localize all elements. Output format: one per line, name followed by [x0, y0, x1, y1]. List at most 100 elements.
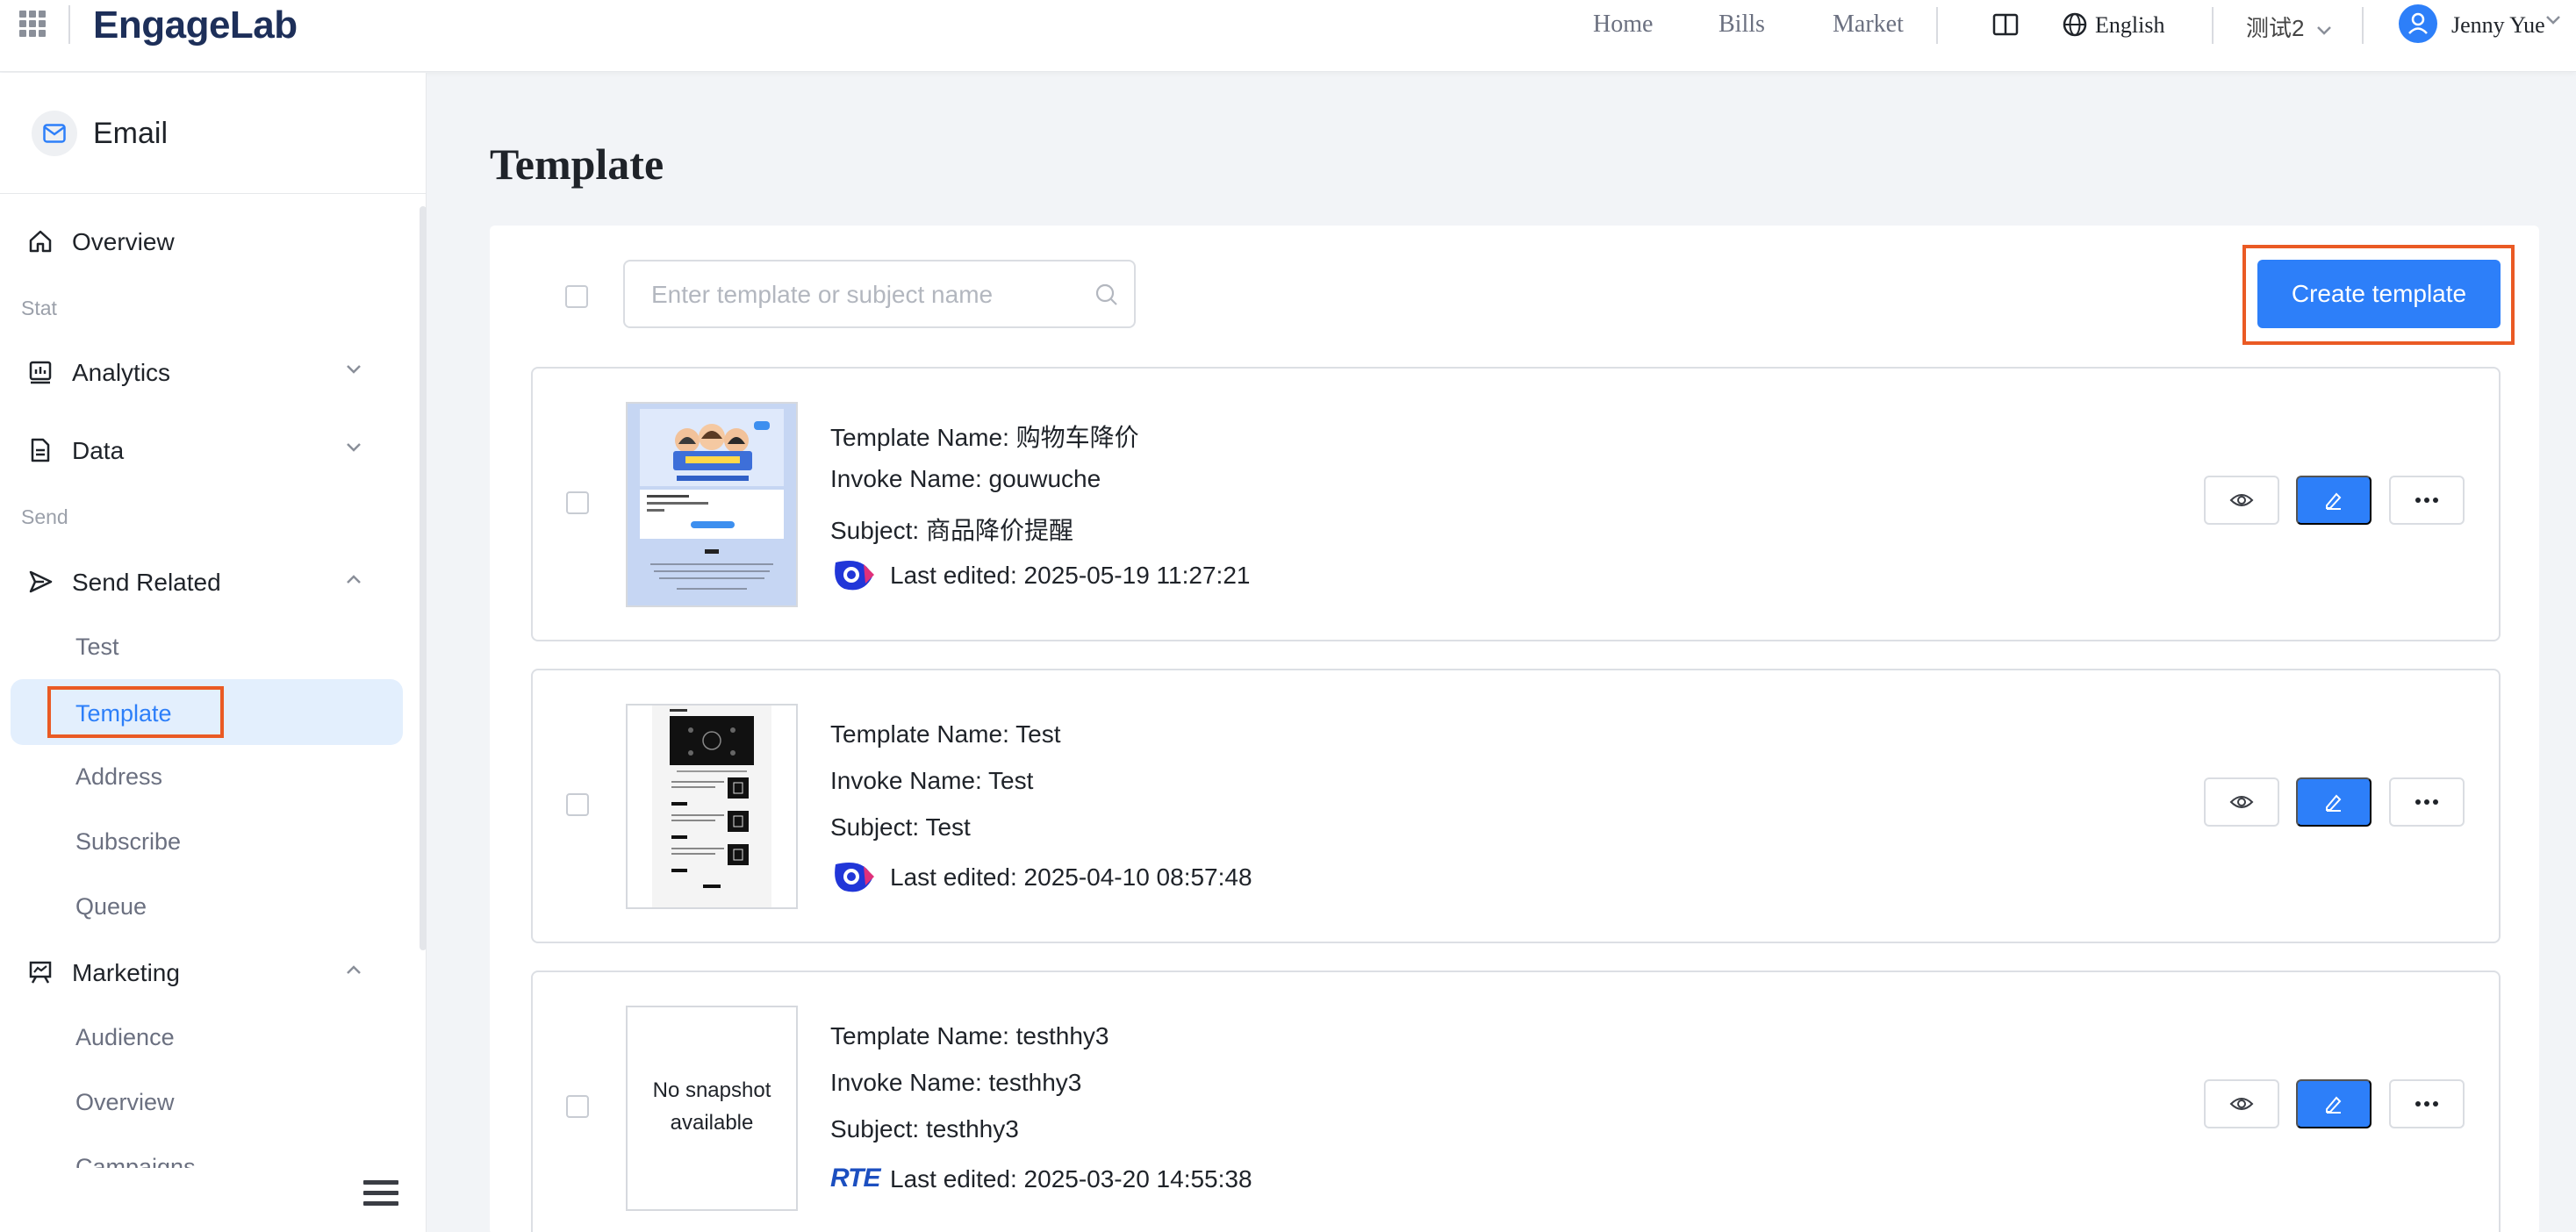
sidebar-item-marketing-overview[interactable]: Overview: [0, 1074, 413, 1128]
book-icon[interactable]: [1992, 12, 2019, 41]
nav-market[interactable]: Market: [1833, 11, 1904, 39]
sidebar-item-label: Analytics: [72, 359, 171, 386]
last-edited: Last edited: 2025-03-20 14:55:38: [890, 1165, 1252, 1193]
header-divider: [2362, 7, 2364, 44]
eye-icon: [2229, 796, 2254, 808]
ellipsis-icon: [2415, 1101, 2438, 1107]
eye-icon: [2229, 1098, 2254, 1110]
sidebar-item-data[interactable]: Data: [0, 422, 413, 476]
sidebar-item-label: Campaigns: [75, 1154, 196, 1168]
send-icon: [28, 569, 53, 598]
invoke-name: Invoke Name: gouwuche: [830, 465, 1101, 492]
template-snapshot[interactable]: [626, 704, 798, 909]
template-snapshot[interactable]: No snapshot available: [626, 1006, 798, 1211]
template-name: Template Name: Test: [830, 720, 1061, 748]
document-icon: [28, 438, 53, 467]
more-actions-button[interactable]: [2389, 777, 2465, 827]
header-divider: [68, 5, 70, 44]
pen-icon: [2326, 492, 2342, 510]
sidebar-scrollbar[interactable]: [420, 206, 427, 950]
sidebar-item-test[interactable]: Test: [0, 619, 413, 673]
sidebar-item-label: Overview: [75, 1089, 175, 1115]
sidebar-item-campaigns[interactable]: Campaigns: [0, 1139, 413, 1168]
sidebar-item-label: Marketing: [72, 959, 180, 986]
avatar[interactable]: [2399, 4, 2437, 43]
engagelab-logo[interactable]: EngageLab: [93, 4, 298, 47]
presentation-icon: [28, 960, 53, 989]
sidebar-item-address[interactable]: Address: [0, 749, 413, 803]
more-actions-button[interactable]: [2389, 1079, 2465, 1128]
globe-icon[interactable]: [2062, 11, 2088, 42]
template-checkbox[interactable]: [566, 793, 589, 816]
edit-button[interactable]: [2296, 1079, 2371, 1128]
chevron-down-icon: [346, 363, 362, 379]
nav-bills[interactable]: Bills: [1719, 11, 1765, 39]
template-subject: Subject: testhhy3: [830, 1115, 1019, 1142]
snapshot-image: [628, 706, 796, 907]
invoke-name: Invoke Name: testhhy3: [830, 1069, 1082, 1096]
template-checkbox[interactable]: [566, 491, 589, 514]
user-menu[interactable]: Jenny Yue: [2451, 12, 2545, 39]
template-card[interactable]: Template Name: 购物车降价 Invoke Name: gouwuc…: [531, 367, 2501, 641]
sidebar-item-queue[interactable]: Queue: [0, 878, 413, 933]
preview-button[interactable]: [2204, 1079, 2279, 1128]
sidebar-item-label: Overview: [72, 228, 175, 255]
chevron-up-icon: [346, 963, 362, 979]
drag-editor-logo-icon: [830, 557, 876, 598]
invoke-name: Invoke Name: Test: [830, 767, 1034, 794]
ellipsis-icon: [2415, 799, 2438, 805]
preview-button[interactable]: [2204, 476, 2279, 525]
chevron-down-icon: [346, 441, 362, 457]
template-name: Template Name: 购物车降价: [830, 424, 1139, 451]
sidebar-item-overview[interactable]: Overview: [0, 213, 413, 268]
select-all-checkbox[interactable]: [565, 285, 588, 308]
chevron-down-icon: [2316, 15, 2332, 42]
page-title: Template: [490, 140, 664, 189]
search-box[interactable]: [623, 260, 1136, 328]
template-checkbox[interactable]: [566, 1095, 589, 1118]
sidebar-item-label: Test: [75, 634, 119, 660]
group-label-stat: Stat: [21, 297, 57, 319]
more-actions-button[interactable]: [2389, 476, 2465, 525]
email-product-icon: [32, 111, 77, 156]
sidebar-item-send-related[interactable]: Send Related: [0, 554, 413, 608]
preview-button[interactable]: [2204, 777, 2279, 827]
last-edited: Last edited: 2025-05-19 11:27:21: [890, 562, 1251, 589]
edit-button[interactable]: [2296, 476, 2371, 525]
top-header: EngageLab Home Bills Market English 测试2 …: [0, 0, 2576, 72]
workspace-selector[interactable]: 测试2: [2246, 11, 2332, 43]
rte-logo-icon: RTE: [830, 1164, 880, 1193]
workspace-name: 测试2: [2246, 15, 2305, 41]
eye-icon: [2229, 494, 2254, 506]
template-snapshot[interactable]: [626, 402, 798, 607]
nav-home[interactable]: Home: [1593, 11, 1653, 39]
template-card[interactable]: Template Name: Test Invoke Name: Test Su…: [531, 669, 2501, 943]
last-edited: Last edited: 2025-04-10 08:57:48: [890, 863, 1252, 891]
sidebar-item-marketing[interactable]: Marketing: [0, 944, 413, 999]
bar-chart-icon: [28, 360, 53, 389]
sidebar-item-analytics[interactable]: Analytics: [0, 344, 413, 398]
sidebar-item-label: Queue: [75, 893, 147, 920]
search-icon[interactable]: [1094, 283, 1119, 312]
sidebar-header: Email: [0, 73, 427, 194]
language-selector[interactable]: English: [2095, 12, 2164, 39]
edit-button[interactable]: [2296, 777, 2371, 827]
chevron-down-icon[interactable]: [2545, 14, 2561, 30]
sidebar-item-audience[interactable]: Audience: [0, 1009, 413, 1064]
ellipsis-icon: [2415, 498, 2438, 503]
apps-grid-icon[interactable]: [19, 11, 46, 37]
template-subject: Subject: Test: [830, 813, 971, 841]
template-card[interactable]: No snapshot available Template Name: tes…: [531, 971, 2501, 1232]
sidebar-item-subscribe[interactable]: Subscribe: [0, 813, 413, 868]
home-icon: [28, 229, 53, 258]
no-snapshot-text: No snapshot available: [652, 1078, 771, 1135]
chevron-up-icon: [346, 573, 362, 589]
sidebar-item-label: Audience: [75, 1024, 175, 1050]
sidebar-item-label: Send Related: [72, 569, 221, 596]
template-subject: Subject: 商品降价提醒: [830, 517, 1073, 544]
template-name: Template Name: testhhy3: [830, 1022, 1109, 1049]
header-divider: [2212, 7, 2214, 44]
drag-editor-logo-icon: [830, 859, 876, 900]
menu-collapse-icon[interactable]: [363, 1180, 398, 1212]
search-input[interactable]: [651, 277, 1073, 312]
